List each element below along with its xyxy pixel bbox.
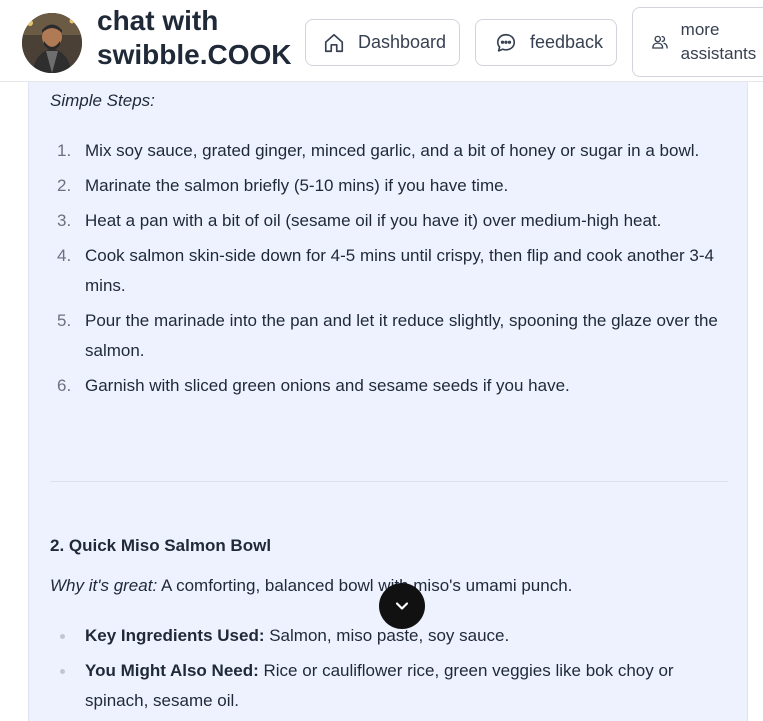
step-text: Garnish with sliced green onions and ses…: [85, 376, 570, 395]
step-text: Heat a pan with a bit of oil (sesame oil…: [85, 211, 662, 230]
step-number: 1.: [57, 141, 72, 160]
step-number: 5.: [57, 311, 72, 330]
ingredient-label: Key Ingredients Used:: [85, 626, 265, 645]
step-text: Mix soy sauce, grated ginger, minced gar…: [85, 141, 700, 160]
bullet: [60, 634, 65, 639]
list-item: 1. Mix soy sauce, grated ginger, minced g…: [29, 136, 729, 166]
list-item: 5. Pour the marinade into the pan and let…: [29, 306, 729, 366]
list-item: 3. Heat a pan with a bit of oil (sesame o…: [29, 206, 729, 236]
app-header: chat with swibble.COOK Dashboard feedbac…: [0, 0, 763, 82]
users-icon: [649, 30, 671, 54]
step-text: Marinate the salmon briefly (5-10 mins) …: [85, 176, 509, 195]
step-number: 3.: [57, 211, 72, 230]
ingredient-text: Salmon, miso paste, soy sauce.: [264, 626, 510, 645]
list-item: 4. Cook salmon skin-side down for 4-5 min…: [29, 241, 729, 301]
feedback-label: feedback: [530, 32, 604, 52]
list-item: 6. Garnish with sliced green onions and s…: [29, 371, 729, 401]
chat-bubble-icon: [494, 31, 518, 55]
list-item: You Might Also Need: Rice or cauliflower…: [29, 656, 729, 716]
chevron-down-icon: [392, 596, 412, 616]
more-assistants-button[interactable]: more assistants: [632, 7, 763, 77]
section-divider: [50, 481, 728, 482]
scroll-to-bottom-button[interactable]: [379, 583, 425, 629]
list-item: 2. Marinate the salmon briefly (5-10 mins…: [29, 171, 729, 201]
steps-heading: Simple Steps:: [50, 91, 155, 110]
step-text: Cook salmon skin-side down for 4-5 mins …: [85, 246, 714, 295]
dashboard-button[interactable]: Dashboard: [305, 19, 460, 66]
steps-list: 1. Mix soy sauce, grated ginger, minced g…: [29, 136, 729, 406]
feedback-button[interactable]: feedback: [475, 19, 617, 66]
bullet: [60, 669, 65, 674]
home-icon: [322, 31, 346, 55]
recipe-why: Why it's great: A comforting, balanced b…: [50, 576, 572, 596]
more-assistants-label: more assistants: [680, 20, 757, 63]
page-title: chat with swibble.COOK: [97, 5, 292, 70]
step-text: Pour the marinade into the pan and let i…: [85, 311, 718, 360]
recipe-title: 2. Quick Miso Salmon Bowl: [50, 536, 272, 555]
assistant-avatar: [22, 13, 82, 73]
step-number: 4.: [57, 246, 72, 265]
step-number: 6.: [57, 376, 72, 395]
ingredients-list: Key Ingredients Used: Salmon, miso paste…: [29, 621, 729, 721]
assistant-message: Simple Steps: 1. Mix soy sauce, grated gi…: [28, 82, 748, 721]
why-label: Why it's great:: [50, 576, 158, 595]
list-item: Key Ingredients Used: Salmon, miso paste…: [29, 621, 729, 651]
dashboard-label: Dashboard: [358, 32, 447, 52]
why-text: A comforting, balanced bowl with miso's …: [157, 576, 573, 595]
step-number: 2.: [57, 176, 72, 195]
ingredient-label: You Might Also Need:: [85, 661, 259, 680]
